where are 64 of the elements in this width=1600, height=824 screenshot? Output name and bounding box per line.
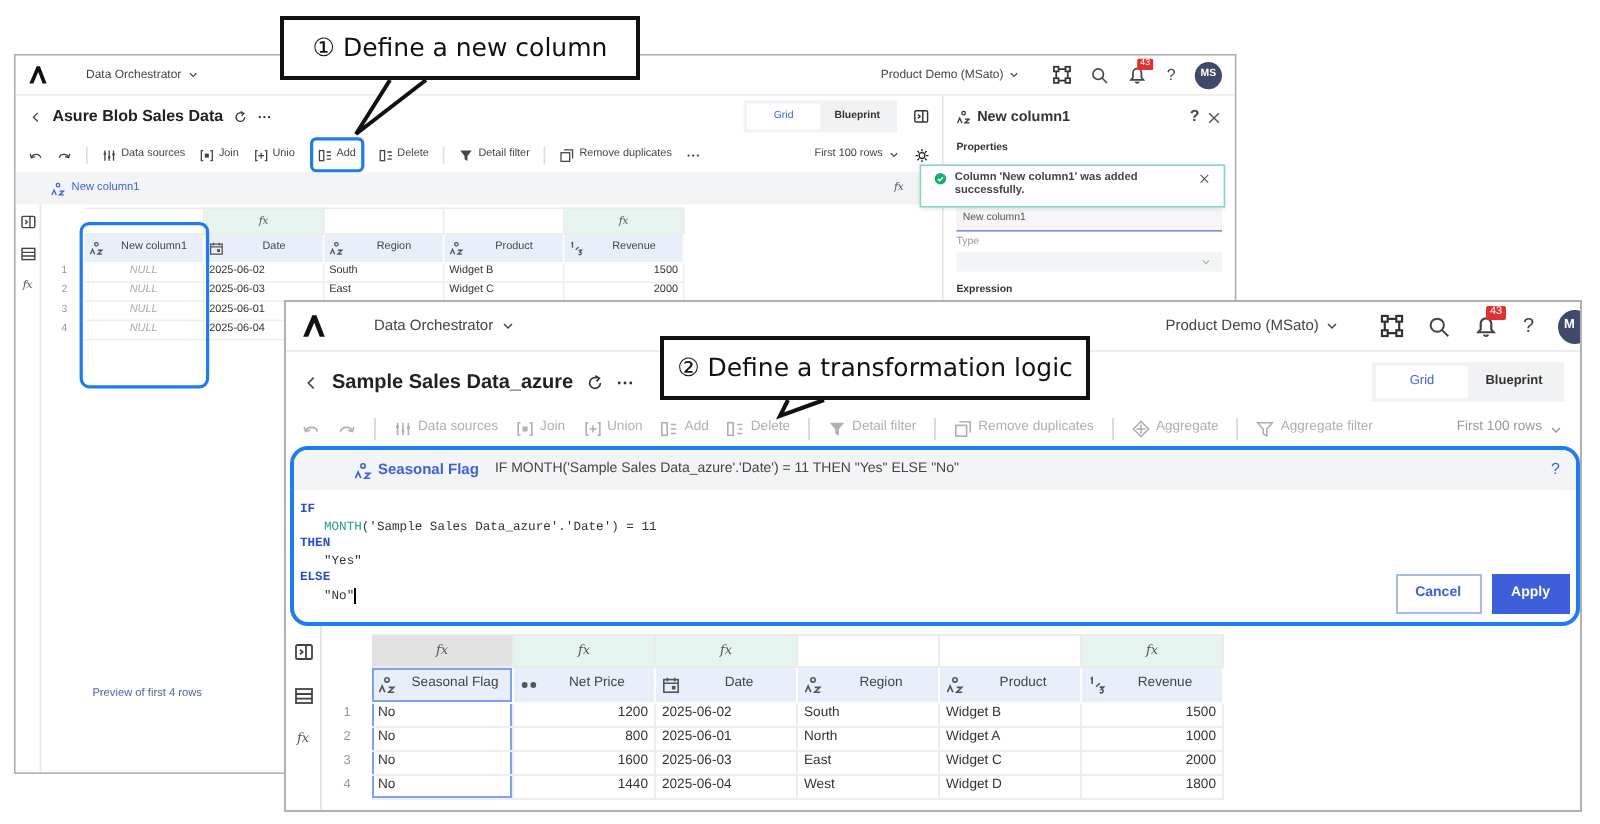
caret-icon — [186, 68, 199, 82]
help-button[interactable]: ? — [1189, 105, 1200, 130]
text-type-icon — [449, 241, 464, 256]
number-type-icon — [569, 241, 584, 256]
sliders-icon — [102, 147, 117, 162]
bell-icon[interactable] — [1128, 65, 1148, 85]
sliders-icon — [394, 420, 412, 438]
number-type-icon — [1088, 676, 1106, 694]
caret-icon — [1008, 68, 1022, 82]
calendar-icon — [209, 241, 224, 256]
union-icon — [253, 147, 268, 162]
text-type-icon — [378, 676, 396, 694]
filter-icon — [459, 147, 474, 162]
text-type-icon — [354, 461, 372, 479]
add-column-icon — [317, 147, 332, 162]
delete-column-icon — [378, 147, 393, 162]
close-icon[interactable] — [1206, 109, 1222, 126]
text-type-icon — [804, 676, 822, 694]
page-title: Sample Sales Data_azure — [332, 369, 574, 397]
network-icon[interactable] — [1380, 314, 1405, 338]
panel-icon[interactable] — [293, 642, 313, 662]
search-icon[interactable] — [1428, 315, 1451, 337]
page-title: Asure Blob Sales Data — [52, 105, 224, 129]
add-column-icon — [660, 420, 679, 438]
caret-icon — [499, 318, 516, 334]
text-type-icon — [956, 110, 971, 125]
calendar-icon — [662, 676, 680, 694]
close-icon[interactable] — [1198, 172, 1211, 186]
duplicate-icon — [560, 147, 575, 162]
caret-icon — [1199, 256, 1213, 269]
text-type-icon — [50, 181, 66, 196]
refresh-icon[interactable] — [585, 373, 604, 391]
caret-icon — [1324, 318, 1341, 334]
logo-icon[interactable] — [28, 65, 48, 85]
help-button[interactable]: ? — [1551, 458, 1560, 482]
text-type-icon — [329, 241, 344, 256]
back-icon[interactable] — [302, 373, 320, 391]
text-type-icon — [946, 676, 964, 694]
help-button[interactable]: ? — [1166, 62, 1176, 87]
network-icon[interactable] — [1053, 65, 1073, 85]
filter-icon — [828, 420, 847, 438]
caret-icon — [887, 148, 901, 162]
help-button[interactable]: ? — [1522, 311, 1534, 341]
join-icon — [516, 420, 535, 438]
refresh-icon[interactable] — [232, 109, 248, 124]
delete-column-icon — [726, 420, 745, 438]
dots-icon — [520, 676, 538, 694]
aggregate-icon — [1131, 420, 1150, 438]
back-icon[interactable] — [28, 109, 43, 124]
settings-icon[interactable] — [914, 147, 930, 162]
filter-icon — [1256, 420, 1275, 438]
logo-icon[interactable] — [302, 314, 326, 338]
check-icon — [934, 172, 947, 186]
panel-icon[interactable] — [913, 108, 930, 125]
union-icon — [583, 420, 602, 438]
callout: ② Define a transformation logic — [660, 336, 1090, 400]
join-icon — [199, 147, 215, 162]
search-icon[interactable] — [1091, 66, 1110, 84]
duplicate-icon — [954, 420, 973, 438]
panel-icon[interactable] — [19, 214, 36, 230]
bell-icon[interactable] — [1474, 314, 1499, 338]
text-type-icon — [89, 241, 104, 256]
table-icon[interactable] — [19, 246, 36, 262]
table-icon[interactable] — [293, 686, 313, 706]
